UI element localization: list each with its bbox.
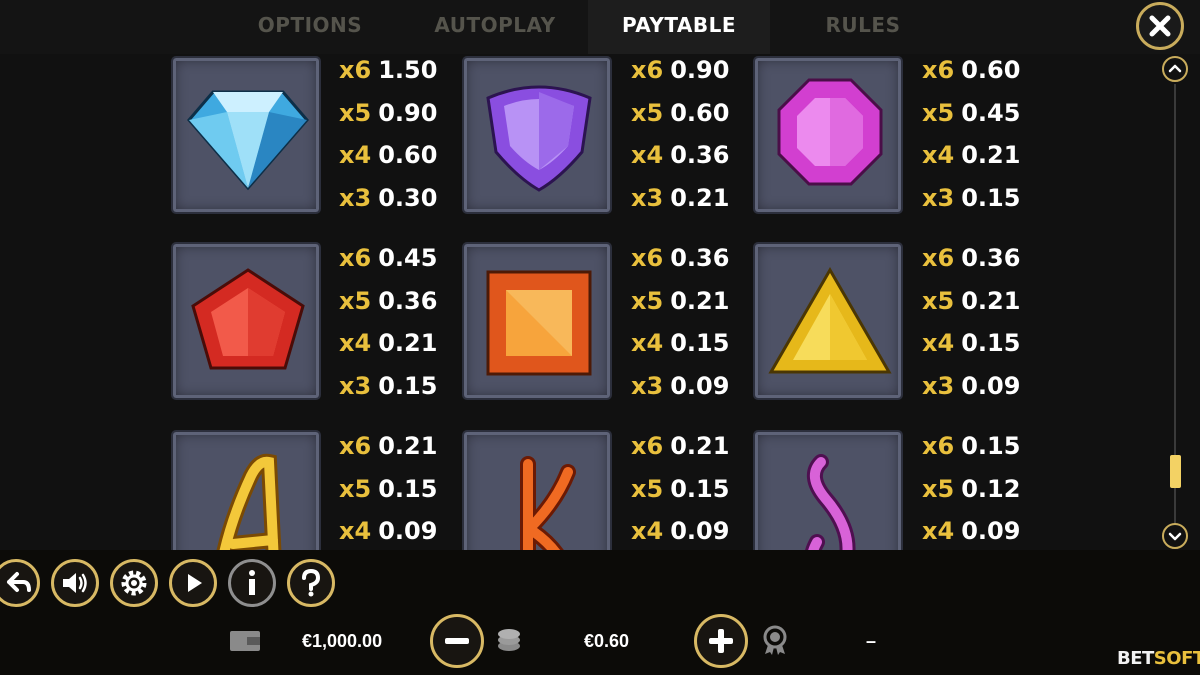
coins-icon (498, 629, 520, 651)
back-arrow-icon (7, 572, 31, 592)
pay-row: x6 0.36 (922, 244, 1021, 272)
settings-button[interactable] (110, 559, 158, 607)
pay-row: x4 0.36 (631, 141, 730, 169)
pay-row: x4 0.15 (922, 329, 1021, 357)
pay-row: x3 0.09 (631, 372, 730, 400)
pay-row: x4 0.09 (922, 517, 1021, 545)
symbol-tile-letter-a (171, 430, 321, 550)
letter-k-icon (520, 456, 576, 550)
pay-row: x3 0.21 (631, 184, 730, 212)
symbol-tile-blue-diamond (171, 56, 321, 214)
pay-row: x5 0.45 (922, 99, 1021, 127)
letter-a-icon (216, 453, 282, 550)
top-tab-bar: OPTIONS AUTOPLAY PAYTABLE RULES (0, 0, 1200, 54)
red-gem-icon (191, 268, 305, 370)
close-button[interactable] (1136, 2, 1184, 50)
info-icon (249, 570, 255, 595)
pay-row: x4 0.09 (631, 517, 730, 545)
win-value: – (866, 631, 877, 651)
purple-gem-icon (486, 85, 592, 192)
pay-row: x5 0.36 (339, 287, 438, 315)
symbol-tile-purple-shield-gem (462, 56, 612, 214)
pay-row: x4 0.21 (339, 329, 438, 357)
pay-row: x4 0.15 (631, 329, 730, 357)
pink-gem-icon (777, 78, 883, 186)
tab-options[interactable]: OPTIONS (220, 0, 400, 54)
tab-rules[interactable]: RULES (773, 0, 953, 54)
speaker-icon (63, 573, 87, 593)
tab-autoplay[interactable]: AUTOPLAY (405, 0, 585, 54)
pay-row: x5 0.21 (631, 287, 730, 315)
symbol-tile-pink-octagon-gem (753, 56, 903, 214)
pay-row: x5 0.21 (922, 287, 1021, 315)
bet-value: €0.60 (584, 631, 630, 651)
symbol-tile-letter-q (753, 430, 903, 550)
letter-q-icon (805, 454, 856, 550)
pay-row: x6 0.45 (339, 244, 438, 272)
orange-gem-icon (486, 270, 592, 376)
pay-row: x6 0.21 (631, 432, 730, 460)
yellow-gem-icon (768, 267, 892, 374)
wallet-icon (230, 631, 260, 651)
plus-icon (709, 629, 733, 653)
symbol-tile-red-pentagon-gem (171, 242, 321, 400)
pay-row: x5 0.15 (339, 475, 438, 503)
help-button[interactable] (287, 559, 335, 607)
back-button[interactable] (0, 559, 40, 607)
scrollbar-thumb[interactable] (1170, 455, 1181, 488)
symbol-tile-yellow-triangle-gem (753, 242, 903, 400)
scroll-up-button[interactable] (1162, 56, 1188, 82)
pay-row: x5 0.15 (631, 475, 730, 503)
pay-row: x4 0.21 (922, 141, 1021, 169)
autoplay-button[interactable] (169, 559, 217, 607)
pay-row: x6 0.60 (922, 56, 1021, 84)
chevron-down-icon (1168, 532, 1182, 541)
pay-row: x5 0.90 (339, 99, 438, 127)
scroll-down-button[interactable] (1162, 523, 1188, 549)
award-icon (763, 625, 787, 655)
close-icon (1149, 15, 1171, 37)
symbol-tile-orange-square-gem (462, 242, 612, 400)
gear-icon (121, 570, 147, 596)
pay-row: x3 0.30 (339, 184, 438, 212)
pay-row: x6 1.50 (339, 56, 438, 84)
pay-row: x6 0.21 (339, 432, 438, 460)
pay-row: x6 0.90 (631, 56, 730, 84)
pay-row: x3 0.15 (339, 372, 438, 400)
pay-row: x4 0.09 (339, 517, 438, 545)
increase-bet-button[interactable] (694, 614, 748, 668)
pay-row: x3 0.09 (922, 372, 1021, 400)
autoplay-icon (188, 574, 202, 592)
provider-logo: BETSOFT (1117, 648, 1200, 669)
blue-diamond-icon (187, 90, 309, 191)
tab-paytable[interactable]: PAYTABLE (588, 0, 770, 54)
symbol-tile-letter-k (462, 430, 612, 550)
info-button[interactable] (228, 559, 276, 607)
pay-row: x4 0.60 (339, 141, 438, 169)
sound-button[interactable] (51, 559, 99, 607)
pay-row: x5 0.12 (922, 475, 1021, 503)
minus-icon (445, 638, 469, 644)
help-icon (302, 568, 321, 597)
decrease-bet-button[interactable] (430, 614, 484, 668)
paytable-panel: x6 1.50 x5 0.90 x4 0.60 x3 0.30 x6 0.90 x5 0.6… (0, 54, 1200, 550)
pay-row: x6 0.15 (922, 432, 1021, 460)
pay-row: x5 0.60 (631, 99, 730, 127)
chevron-up-icon (1168, 64, 1182, 73)
pay-row: x6 0.36 (631, 244, 730, 272)
pay-row: x3 0.15 (922, 184, 1021, 212)
balance-value: €1,000.00 (302, 631, 383, 651)
